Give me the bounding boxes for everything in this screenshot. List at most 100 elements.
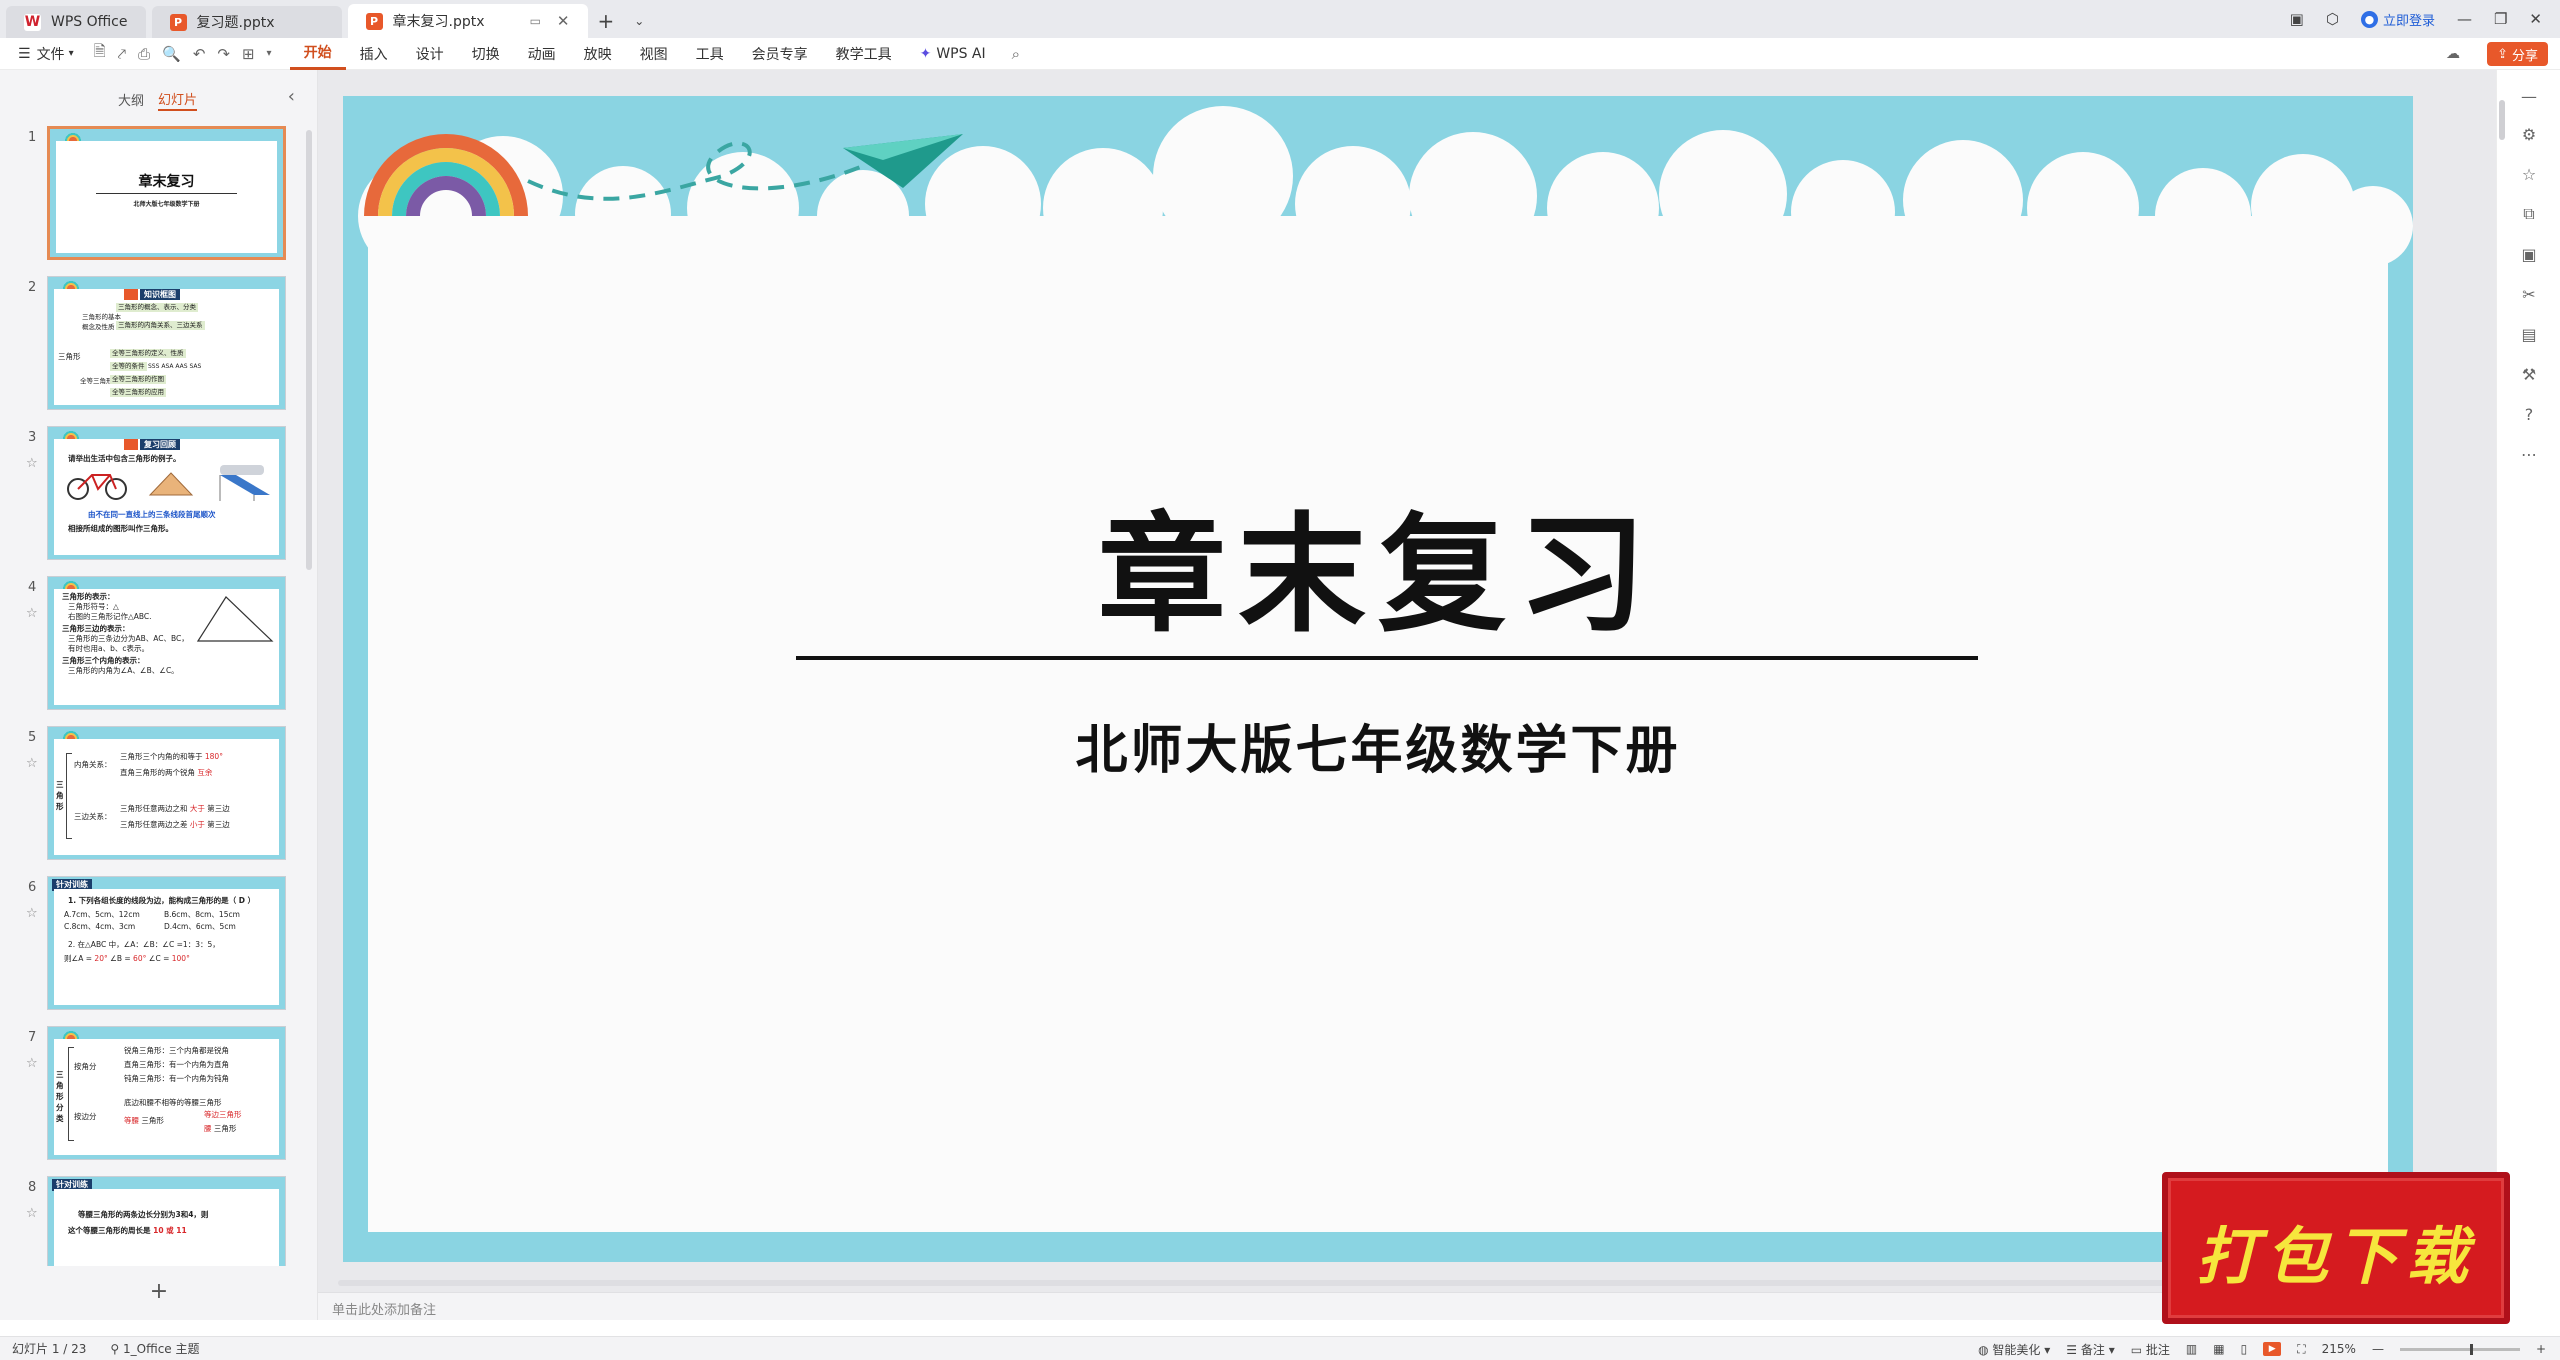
play-slideshow-icon[interactable]: ▶ (2263, 1342, 2282, 1356)
window-mode-icon[interactable]: ▭ (530, 14, 541, 28)
tab-chapter-review-pptx[interactable]: P 章末复习.pptx ▭ ✕ (347, 4, 588, 38)
more-chevron-icon[interactable]: ▾ (261, 48, 278, 59)
tab-slideshow[interactable]: 放映 (570, 38, 626, 70)
slide-title[interactable]: 章末复习 (343, 471, 2413, 656)
normal-view-icon[interactable]: ▥ (2186, 1342, 2197, 1356)
collapse-pane-icon[interactable]: ‹ (288, 86, 295, 107)
slide-thumbnail-6[interactable]: 针对训练 1. 下列各组长度的线段为边，能构成三角形的是（ D ） A.7cm、… (47, 876, 286, 1010)
tab-design[interactable]: 设计 (402, 38, 458, 70)
zoom-out-icon[interactable]: — (2372, 1342, 2384, 1356)
minimize-icon[interactable]: — (2457, 10, 2472, 28)
tab-member[interactable]: 会员专享 (738, 38, 822, 70)
export-icon[interactable]: ⤤ (112, 45, 132, 63)
more-icon[interactable]: ⋯ (2517, 442, 2541, 466)
tools-icon[interactable]: ✂ (2517, 282, 2541, 306)
star-icon[interactable]: ☆ (26, 606, 38, 621)
star-icon[interactable]: ☆ (26, 1056, 38, 1071)
slide-thumbnail-3[interactable]: 复习回顾 请举出生活中包含三角形的例子。 由不在同一直线上的三条线段首尾顺次 相… (47, 426, 286, 560)
tab-wps-office[interactable]: W WPS Office (6, 6, 146, 38)
tab-label: 复习题.pptx (196, 15, 275, 31)
slide-thumbnail-1[interactable]: 章末复习 北师大版七年级数学下册 (47, 126, 286, 260)
thumbnail-row[interactable]: 8 ☆ 针对训练 等腰三角形的两条边长分别为3和4，则 这个等腰三角形的周长是 … (0, 1176, 318, 1266)
thumbnail-row[interactable]: 5 ☆ 三角形 内角关系： 三边关系： 三角形三个内角的和等于 180° 直角三… (0, 726, 318, 866)
zoom-slider-knob[interactable] (2469, 1343, 2473, 1355)
zoom-level[interactable]: 215% (2322, 1342, 2356, 1356)
tab-animation[interactable]: 动画 (514, 38, 570, 70)
thumbnail-row[interactable]: 3 ☆ 复习回顾 请举出生活中包含三角形的例子。 由不在同一直线上的三条线段首尾… (0, 426, 318, 566)
star-icon[interactable]: ☆ (26, 1206, 38, 1221)
thumbnail-row[interactable]: 7 ☆ 三角形分类 按角分 按边分 锐角三角形：三个内角都是锐角 直角三角形：有… (0, 1026, 318, 1166)
editor-scrollbar[interactable] (2499, 100, 2505, 140)
slide-thumbnail-8[interactable]: 针对训练 等腰三角形的两条边长分别为3和4，则 这个等腰三角形的周长是 10 或… (47, 1176, 286, 1266)
thumbnail-canvas: 三角形 内角关系： 三边关系： 三角形三个内角的和等于 180° 直角三角形的两… (54, 739, 279, 855)
tab-teaching-tools[interactable]: 教学工具 (822, 38, 906, 70)
tab-insert[interactable]: 插入 (346, 38, 402, 70)
tab-slides[interactable]: 幻灯片 (158, 87, 198, 111)
zoom-in-icon[interactable]: + (2536, 1342, 2546, 1356)
pane-tabs: 大纲 幻灯片 (0, 84, 318, 114)
tab-transition[interactable]: 切换 (458, 38, 514, 70)
cube-icon[interactable]: ⬡ (2326, 10, 2339, 28)
thumbnail-row[interactable]: 4 ☆ 三角形的表示： 三角形符号：△ 右图的三角形记作△ABC. 三角形三边的… (0, 576, 318, 716)
tab-outline[interactable]: 大纲 (118, 87, 144, 111)
close-window-icon[interactable]: ✕ (2529, 10, 2542, 28)
thumbnail-row[interactable]: 1 章末复习 北师大版七年级数学下册 (0, 126, 318, 266)
new-tab-icon[interactable]: + (588, 4, 625, 38)
tab-home[interactable]: 开始 (289, 38, 346, 70)
star-icon[interactable]: ☆ (26, 756, 38, 771)
search-icon[interactable]: ⌕ (1006, 45, 1026, 63)
redo-icon[interactable]: ↷ (211, 45, 236, 63)
comments-toggle[interactable]: ▭ 批注 (2131, 1341, 2170, 1358)
brace (66, 753, 72, 839)
book-icon[interactable]: ▤ (2517, 322, 2541, 346)
close-tab-icon[interactable]: ✕ (557, 12, 570, 30)
thumbnail-scrollbar[interactable] (306, 130, 312, 570)
settings-icon[interactable]: ⚒ (2517, 362, 2541, 386)
sorter-view-icon[interactable]: ▦ (2213, 1342, 2224, 1356)
presentation-file-icon: P (169, 13, 187, 31)
tab-list-chevron-icon[interactable]: ⌄ (624, 4, 654, 38)
help-icon[interactable]: ? (2517, 402, 2541, 426)
thumbnail-row[interactable]: 6 ☆ 针对训练 1. 下列各组长度的线段为边，能构成三角形的是（ D ） A.… (0, 876, 318, 1016)
star-icon[interactable]: ☆ (26, 906, 38, 921)
login-link[interactable]: ● 立即登录 (2360, 10, 2435, 29)
copy-icon[interactable]: ⧉ (2517, 202, 2541, 226)
slide-subtitle[interactable]: 北师大版七年级数学下册 (343, 708, 2413, 783)
properties-icon[interactable]: ⚙ (2517, 122, 2541, 146)
notes-toggle[interactable]: ☰ 备注 ▾ (2066, 1341, 2114, 1358)
zoom-slider[interactable] (2399, 1343, 2520, 1355)
print-icon[interactable]: ⎙ (132, 45, 156, 63)
collapse-sidebar-icon[interactable]: — (2517, 84, 2541, 108)
theme-indicator[interactable]: ⚲ 1_Office 主题 (98, 1340, 211, 1357)
thumb-text: 三角形任意两边之差 (120, 820, 188, 829)
tab-tools[interactable]: 工具 (682, 38, 738, 70)
format-painter-icon[interactable]: ⊞ (236, 45, 261, 63)
file-menu[interactable]: ☰ 文件 ▾ (0, 38, 88, 70)
restore-icon[interactable]: ❐ (2494, 10, 2507, 28)
save-icon[interactable]: 🗎 (88, 41, 112, 66)
image-icon[interactable]: ▣ (2517, 242, 2541, 266)
slide-thumbnail-7[interactable]: 三角形分类 按角分 按边分 锐角三角形：三个内角都是锐角 直角三角形：有一个内角… (47, 1026, 286, 1160)
header-tag (124, 289, 138, 300)
share-button[interactable]: ⇪ 分享 (2487, 42, 2548, 66)
horizontal-scrollbar[interactable] (338, 1280, 2378, 1286)
thumbnail-row[interactable]: 2 知识框图 三角形 三角形的基本概念及性质 全等三角形 三角形的概念、表示、分… (0, 276, 318, 416)
tab-review-pptx[interactable]: P 复习题.pptx (151, 6, 342, 38)
favorites-icon[interactable]: ☆ (2517, 162, 2541, 186)
add-slide-button[interactable]: + (0, 1279, 318, 1304)
star-icon[interactable]: ☆ (26, 456, 38, 471)
slide-thumbnail-2[interactable]: 知识框图 三角形 三角形的基本概念及性质 全等三角形 三角形的概念、表示、分类 … (47, 276, 286, 410)
tab-view[interactable]: 视图 (626, 38, 682, 70)
window-tile-icon[interactable]: ▣ (2290, 10, 2304, 28)
current-slide[interactable]: 章末复习 北师大版七年级数学下册 (343, 96, 2413, 1262)
tab-wps-ai[interactable]: ✦ WPS AI (906, 38, 1000, 70)
download-badge[interactable]: 打包下载 (2162, 1172, 2510, 1324)
cloud-sync-icon[interactable]: ☁ (2446, 46, 2460, 62)
undo-icon[interactable]: ↶ (187, 45, 212, 63)
reading-view-icon[interactable]: ▯ (2241, 1342, 2248, 1356)
print-preview-icon[interactable]: 🔍 (156, 45, 187, 63)
slide-thumbnail-4[interactable]: 三角形的表示： 三角形符号：△ 右图的三角形记作△ABC. 三角形三边的表示： … (47, 576, 286, 710)
slide-thumbnail-5[interactable]: 三角形 内角关系： 三边关系： 三角形三个内角的和等于 180° 直角三角形的两… (47, 726, 286, 860)
beautify-button[interactable]: ◍ 智能美化 ▾ (1978, 1341, 2050, 1358)
fit-window-icon[interactable]: ⛶ (2297, 1342, 2305, 1357)
